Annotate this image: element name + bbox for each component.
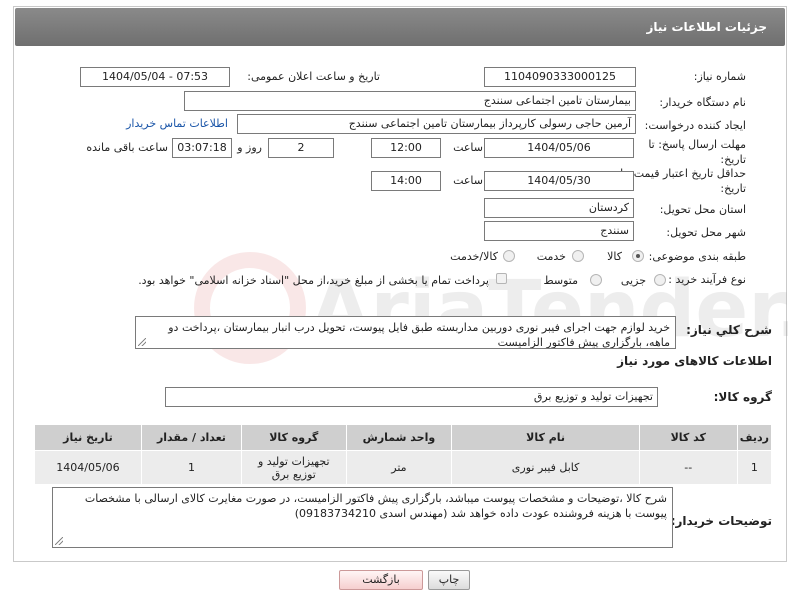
category-service-label: خدمت: [536, 250, 566, 263]
description-label: شرح کلي نياز:: [686, 323, 772, 337]
col-date-header: تاریخ نیاز: [34, 424, 142, 451]
need-number-label: شماره نیاز:: [693, 70, 746, 83]
table-row: 1 -- کابل فیبر نوری متر تجهیزات تولید و …: [34, 450, 773, 485]
need-number-field: 1104090333000125: [484, 67, 636, 87]
category-label: طبقه بندی موضوعی:: [648, 250, 746, 263]
description-textarea[interactable]: خرید لوازم جهت اجرای فیبر نوری دوربین مد…: [135, 316, 676, 349]
process-type-label: نوع فرآیند خرید :: [668, 273, 746, 286]
cell-date: 1404/05/06: [34, 450, 142, 485]
process-medium-radio[interactable]: [590, 274, 602, 286]
goods-table-header: ردیف کد کالا نام کالا واحد شمارش گروه کا…: [34, 424, 773, 451]
goods-section-title: اطلاعات کالاهای مورد نیاز: [617, 354, 772, 368]
deadline-date-field: 1404/05/06: [484, 138, 634, 158]
col-name-header: نام کالا: [451, 424, 640, 451]
category-goods-radio[interactable]: [632, 250, 644, 262]
cell-code: --: [638, 450, 738, 485]
col-unit-header: واحد شمارش: [345, 424, 453, 451]
process-minor-radio[interactable]: [654, 274, 666, 286]
category-both-radio[interactable]: [503, 250, 515, 262]
cell-qty: 1: [140, 450, 242, 485]
category-goods-label: کالا: [607, 250, 622, 263]
deadline-label: مهلت ارسال پاسخ: تا تاریخ:: [648, 138, 746, 166]
goods-group-field: تجهیزات تولید و توزیع برق: [165, 387, 658, 407]
validity-time-field: 14:00: [371, 171, 441, 191]
col-code-header: کد کالا: [638, 424, 738, 451]
resize-grip-icon[interactable]: [138, 338, 146, 346]
buyer-contact-link[interactable]: اطلاعات تماس خریدار: [126, 117, 228, 130]
province-label: استان محل تحویل:: [659, 203, 746, 216]
city-field: سنندج: [484, 221, 634, 241]
cell-row: 1: [736, 450, 773, 485]
description-text: خرید لوازم جهت اجرای فیبر نوری دوربین مد…: [168, 321, 670, 349]
buyer-org-label: نام دستگاه خریدار:: [659, 96, 746, 109]
treasury-bonds-checkbox[interactable]: [496, 273, 507, 284]
col-qty-header: تعداد / مقدار: [140, 424, 242, 451]
days-label: روز و: [237, 141, 262, 154]
goods-group-label: گروه کالا:: [713, 390, 772, 404]
validity-label: حداقل تاریخ اعتبار قیمت: تا تاریخ:: [620, 167, 746, 195]
validity-date-field: 1404/05/30: [484, 171, 634, 191]
process-medium-label: متوسط: [543, 274, 578, 287]
validity-time-label: ساعت: [453, 174, 483, 187]
print-button[interactable]: چاپ: [428, 570, 470, 590]
col-group-header: گروه کالا: [240, 424, 347, 451]
buyer-notes-text: شرح کالا ،توضیحات و مشخصات پیوست میباشد،…: [84, 492, 667, 520]
announce-label: تاریخ و ساعت اعلان عمومی:: [247, 70, 380, 83]
cell-unit: متر: [345, 450, 453, 485]
goods-table: ردیف کد کالا نام کالا واحد شمارش گروه کا…: [34, 424, 773, 485]
days-remaining-field: 2: [268, 138, 334, 158]
announce-field: 1404/05/04 - 07:53: [80, 67, 230, 87]
treasury-bonds-note: پرداخت تمام یا بخشی از مبلغ خرید،از محل …: [138, 274, 489, 287]
remaining-time-label: ساعت باقی مانده: [86, 141, 168, 154]
category-service-radio[interactable]: [572, 250, 584, 262]
remaining-time-field: 03:07:18: [172, 138, 232, 158]
creator-label: ایجاد کننده درخواست:: [644, 119, 746, 132]
category-both-label: کالا/خدمت: [450, 250, 498, 263]
cell-group: تجهیزات تولید و توزیع برق: [240, 450, 347, 485]
creator-field: آرمین حاجی رسولی کارپرداز بیمارستان تامی…: [237, 114, 636, 134]
buyer-notes-textarea[interactable]: شرح کالا ،توضیحات و مشخصات پیوست میباشد،…: [52, 487, 673, 548]
deadline-time-label: ساعت: [453, 141, 483, 154]
province-field: کردستان: [484, 198, 634, 218]
buyer-org-field: بیمارستان تامین اجتماعی سنندج: [184, 91, 636, 111]
panel-title: جزئیات اطلاعات نیاز: [15, 8, 785, 46]
process-minor-label: جزیی: [620, 274, 646, 287]
back-button[interactable]: بازگشت: [339, 570, 423, 590]
buyer-notes-label: توضیحات خریدار:: [670, 514, 772, 528]
col-row-header: ردیف: [736, 424, 773, 451]
cell-name: کابل فیبر نوری: [451, 450, 640, 485]
deadline-time-field: 12:00: [371, 138, 441, 158]
city-label: شهر محل تحویل:: [666, 226, 746, 239]
resize-grip-icon[interactable]: [55, 537, 63, 545]
